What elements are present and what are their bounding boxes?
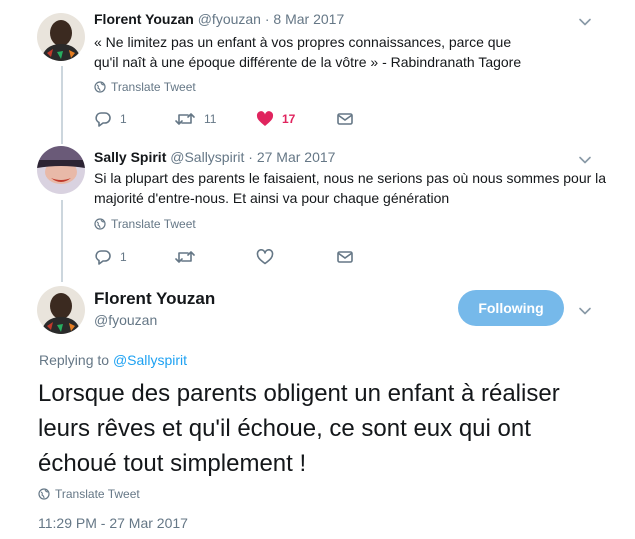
message-icon	[337, 251, 353, 263]
tweet-sally-reply[interactable]: Sally Spirit @Sallyspirit · 27 Mar 2017 …	[0, 140, 635, 280]
tweet-date[interactable]: 27 Mar 2017	[257, 149, 336, 165]
retweet-count: 11	[204, 112, 217, 126]
translate-tweet-link[interactable]: Translate Tweet	[38, 487, 140, 501]
tweet-timestamp[interactable]: 11:29 PM - 27 Mar 2017	[38, 515, 188, 531]
author-name[interactable]: Florent Youzan	[94, 11, 194, 27]
reply-icon	[95, 112, 111, 127]
tweet-actions: 1	[94, 248, 374, 266]
avatar-sally[interactable]	[37, 146, 85, 194]
author-name[interactable]: Sally Spirit	[94, 149, 166, 165]
tweet-header: Sally Spirit @Sallyspirit · 27 Mar 2017	[94, 149, 335, 165]
author-name[interactable]: Florent Youzan	[94, 289, 215, 309]
like-count: 17	[282, 112, 296, 126]
main-tweet-text: Lorsque des parents obligent un enfant à…	[38, 380, 560, 477]
retweet-icon	[175, 113, 195, 125]
tweet-text: « Ne limitez pas un enfant à vos propres…	[94, 34, 522, 70]
like-button[interactable]: 17	[256, 111, 295, 127]
like-button[interactable]	[256, 249, 274, 265]
direct-message-button[interactable]	[336, 249, 354, 265]
separator-dot: ·	[264, 11, 270, 27]
author-handle[interactable]: @fyouzan	[94, 312, 157, 328]
chevron-down-icon[interactable]	[578, 304, 592, 318]
translate-tweet-link[interactable]: Translate Tweet	[94, 217, 196, 231]
separator-dot: ·	[248, 149, 253, 165]
tweet-date[interactable]: 8 Mar 2017	[273, 11, 344, 27]
replying-to-link[interactable]: @Sallyspirit	[113, 352, 187, 368]
tweet-header: Florent Youzan @fyouzan · 8 Mar 2017	[94, 11, 344, 27]
retweet-icon	[175, 251, 195, 263]
globe-icon	[94, 218, 106, 230]
author-handle[interactable]: @Sallyspirit	[170, 149, 244, 165]
translate-tweet-link[interactable]: Translate Tweet	[94, 80, 196, 94]
chevron-down-icon[interactable]	[578, 15, 592, 29]
retweet-button[interactable]	[174, 249, 196, 265]
reply-count: 1	[120, 112, 127, 126]
globe-icon	[38, 488, 50, 500]
author-handle[interactable]: @fyouzan	[198, 11, 261, 27]
direct-message-button[interactable]	[336, 111, 354, 127]
avatar-florent[interactable]	[37, 13, 85, 61]
translate-label: Translate Tweet	[111, 80, 196, 94]
replying-prefix: Replying to	[39, 352, 110, 368]
tweet-actions: 1 11 17	[94, 110, 374, 128]
heart-filled-icon	[256, 111, 274, 126]
replying-to: Replying to @Sallyspirit	[39, 352, 187, 368]
globe-icon	[94, 81, 106, 93]
tweet-text: Si la plupart des parents le faisaient, …	[94, 170, 607, 206]
reply-icon	[95, 250, 111, 265]
reply-button[interactable]: 1	[94, 111, 127, 127]
translate-label: Translate Tweet	[55, 487, 140, 501]
message-icon	[337, 113, 353, 125]
tweet-florent-quote[interactable]: Florent Youzan @fyouzan · 8 Mar 2017 « N…	[0, 0, 635, 140]
translate-label: Translate Tweet	[111, 217, 196, 231]
retweet-button[interactable]: 11	[174, 111, 216, 127]
reply-button[interactable]: 1	[94, 249, 127, 265]
reply-count: 1	[120, 250, 127, 264]
avatar-florent[interactable]	[37, 286, 85, 334]
chevron-down-icon[interactable]	[578, 153, 592, 167]
heart-icon	[256, 249, 274, 265]
following-button[interactable]: Following	[458, 290, 564, 326]
